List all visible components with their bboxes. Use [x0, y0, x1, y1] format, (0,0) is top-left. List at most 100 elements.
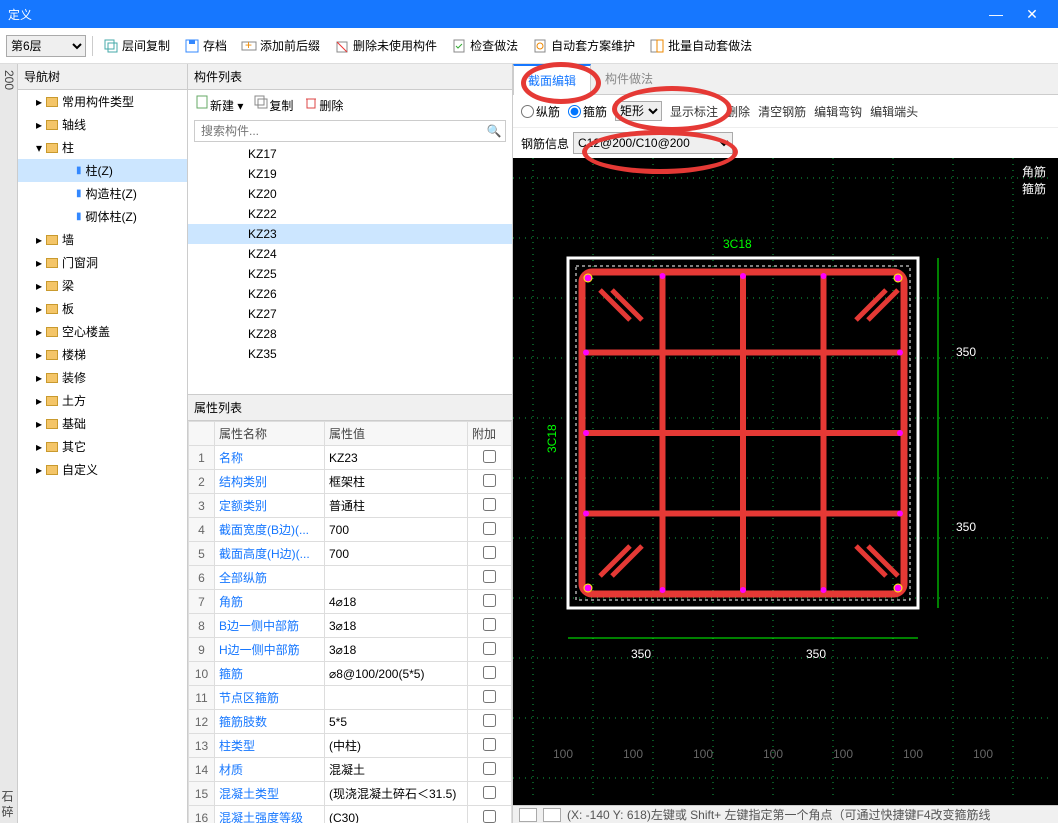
property-row[interactable]: 15混凝土类型(现浇混凝土碎石＜31.5): [189, 782, 512, 806]
batch-auto-button[interactable]: 批量自动套做法: [645, 35, 756, 56]
property-table[interactable]: 属性名称 属性值 附加 1名称KZ232结构类别框架柱3定额类别普通柱4截面宽度…: [188, 421, 512, 823]
nav-item[interactable]: ▸自定义: [18, 458, 187, 481]
left-ruler: 200 石 碎: [0, 64, 18, 823]
showtag-button[interactable]: 显示标注: [670, 103, 718, 120]
nav-item[interactable]: ▾柱: [18, 136, 187, 159]
nav-item[interactable]: ▸基础: [18, 412, 187, 435]
minimize-button[interactable]: —: [978, 6, 1014, 22]
nav-item[interactable]: ▸门窗洞: [18, 251, 187, 274]
shape-select[interactable]: 矩形: [615, 101, 662, 121]
property-row[interactable]: 3定额类别普通柱: [189, 494, 512, 518]
floor-select[interactable]: 第6层: [6, 35, 86, 57]
property-row[interactable]: 14材质混凝土: [189, 758, 512, 782]
property-row[interactable]: 4截面宽度(B边)(...700: [189, 518, 512, 542]
status-coord: (X: -140 Y: 618)左键或 Shift+ 左键指定第一个角点（可通过…: [567, 806, 991, 823]
rebar-info-select[interactable]: C12@200/C10@200: [573, 132, 733, 154]
copy-button[interactable]: 复制: [253, 94, 293, 114]
editor-panel: 截面编辑 构件做法 纵筋 箍筋 矩形 显示标注 删除 清空钢筋 编辑弯钩 编辑端…: [513, 64, 1058, 823]
property-row[interactable]: 2结构类别框架柱: [189, 470, 512, 494]
component-panel: 构件列表 新建 ▾ 复制 删除 🔍 KZ17KZ19KZ20KZ22KZ23KZ…: [188, 64, 513, 823]
proplist-title: 属性列表: [188, 394, 512, 421]
property-row[interactable]: 6全部纵筋: [189, 566, 512, 590]
edit-hook-button[interactable]: 编辑弯钩: [814, 103, 862, 120]
nav-subitem[interactable]: ▮构造柱(Z): [18, 182, 187, 205]
component-item[interactable]: KZ17: [188, 144, 512, 164]
nav-title: 导航树: [18, 64, 187, 90]
check-method-button[interactable]: 检查做法: [447, 35, 522, 56]
svg-text:3C18: 3C18: [723, 237, 752, 251]
delete-button[interactable]: 删除: [303, 94, 343, 114]
nav-tree[interactable]: ▸常用构件类型▸轴线▾柱▮柱(Z)▮构造柱(Z)▮砌体柱(Z)▸墙▸门窗洞▸梁▸…: [18, 90, 187, 823]
nav-item[interactable]: ▸楼梯: [18, 343, 187, 366]
nav-item[interactable]: ▸轴线: [18, 113, 187, 136]
delete-unused-button[interactable]: 删除未使用构件: [330, 35, 441, 56]
nav-tree-panel: 导航树 ▸常用构件类型▸轴线▾柱▮柱(Z)▮构造柱(Z)▮砌体柱(Z)▸墙▸门窗…: [18, 64, 188, 823]
svg-text:350: 350: [956, 345, 976, 359]
copy-floor-button[interactable]: 层间复制: [99, 35, 174, 56]
section-canvas[interactable]: 角筋 箍筋 3C183C1835035035035010010010010010…: [513, 158, 1058, 805]
tab-section[interactable]: 截面编辑: [513, 64, 591, 95]
svg-text:100: 100: [973, 747, 993, 761]
complist-title: 构件列表: [188, 64, 512, 90]
close-button[interactable]: ✕: [1014, 6, 1050, 23]
save-button[interactable]: 存档: [180, 35, 231, 56]
property-row[interactable]: 9H边一侧中部筋3⌀18: [189, 638, 512, 662]
topbar: 第6层 层间复制 存档 +添加前后缀 删除未使用构件 检查做法 自动套方案维护 …: [0, 28, 1058, 64]
nav-item[interactable]: ▸空心楼盖: [18, 320, 187, 343]
component-item[interactable]: KZ25: [188, 264, 512, 284]
component-item[interactable]: KZ23: [188, 224, 512, 244]
clear-rebar-button[interactable]: 清空钢筋: [758, 103, 806, 120]
delete-rebar-button[interactable]: 删除: [726, 103, 750, 120]
status-btn-2[interactable]: [543, 808, 561, 822]
search-icon[interactable]: 🔍: [483, 121, 505, 141]
svg-text:100: 100: [833, 747, 853, 761]
property-row[interactable]: 10箍筋⌀8@100/200(5*5): [189, 662, 512, 686]
opt-stirrup[interactable]: 箍筋: [568, 103, 607, 120]
svg-text:350: 350: [631, 647, 651, 661]
nav-item[interactable]: ▸梁: [18, 274, 187, 297]
component-item[interactable]: KZ22: [188, 204, 512, 224]
rebar-info-label: 钢筋信息: [521, 135, 569, 152]
svg-text:3C18: 3C18: [545, 424, 559, 453]
nav-item[interactable]: ▸其它: [18, 435, 187, 458]
new-button[interactable]: 新建 ▾: [194, 94, 243, 114]
svg-text:350: 350: [956, 520, 976, 534]
svg-text:+: +: [245, 38, 252, 52]
component-item[interactable]: KZ26: [188, 284, 512, 304]
nav-item[interactable]: ▸墙: [18, 228, 187, 251]
nav-item[interactable]: ▸土方: [18, 389, 187, 412]
editor-tabs: 截面编辑 构件做法: [513, 64, 1058, 95]
component-item[interactable]: KZ20: [188, 184, 512, 204]
svg-text:100: 100: [763, 747, 783, 761]
property-row[interactable]: 12箍筋肢数5*5: [189, 710, 512, 734]
auto-scheme-button[interactable]: 自动套方案维护: [528, 35, 639, 56]
property-row[interactable]: 8B边一侧中部筋3⌀18: [189, 614, 512, 638]
tab-method[interactable]: 构件做法: [591, 64, 667, 94]
property-row[interactable]: 11节点区箍筋: [189, 686, 512, 710]
opt-longit[interactable]: 纵筋: [521, 103, 560, 120]
component-item[interactable]: KZ24: [188, 244, 512, 264]
svg-text:100: 100: [903, 747, 923, 761]
search-input[interactable]: [195, 121, 483, 141]
property-row[interactable]: 5截面高度(H边)(...700: [189, 542, 512, 566]
editor-options: 纵筋 箍筋 矩形 显示标注 删除 清空钢筋 编辑弯钩 编辑端头: [513, 95, 1058, 128]
component-item[interactable]: KZ35: [188, 344, 512, 364]
nav-subitem[interactable]: ▮砌体柱(Z): [18, 205, 187, 228]
edit-end-button[interactable]: 编辑端头: [870, 103, 918, 120]
status-btn-1[interactable]: [519, 808, 537, 822]
nav-subitem[interactable]: ▮柱(Z): [18, 159, 187, 182]
property-row[interactable]: 16混凝土强度等级(C30): [189, 806, 512, 823]
component-list[interactable]: KZ17KZ19KZ20KZ22KZ23KZ24KZ25KZ26KZ27KZ28…: [188, 144, 512, 394]
nav-item[interactable]: ▸装修: [18, 366, 187, 389]
nav-item[interactable]: ▸常用构件类型: [18, 90, 187, 113]
component-item[interactable]: KZ27: [188, 304, 512, 324]
titlebar: 定义 — ✕: [0, 0, 1058, 28]
property-row[interactable]: 7角筋4⌀18: [189, 590, 512, 614]
add-prefix-button[interactable]: +添加前后缀: [237, 35, 324, 56]
component-item[interactable]: KZ28: [188, 324, 512, 344]
property-row[interactable]: 13柱类型(中柱): [189, 734, 512, 758]
status-bar: (X: -140 Y: 618)左键或 Shift+ 左键指定第一个角点（可通过…: [513, 805, 1058, 823]
component-item[interactable]: KZ19: [188, 164, 512, 184]
nav-item[interactable]: ▸板: [18, 297, 187, 320]
property-row[interactable]: 1名称KZ23: [189, 446, 512, 470]
